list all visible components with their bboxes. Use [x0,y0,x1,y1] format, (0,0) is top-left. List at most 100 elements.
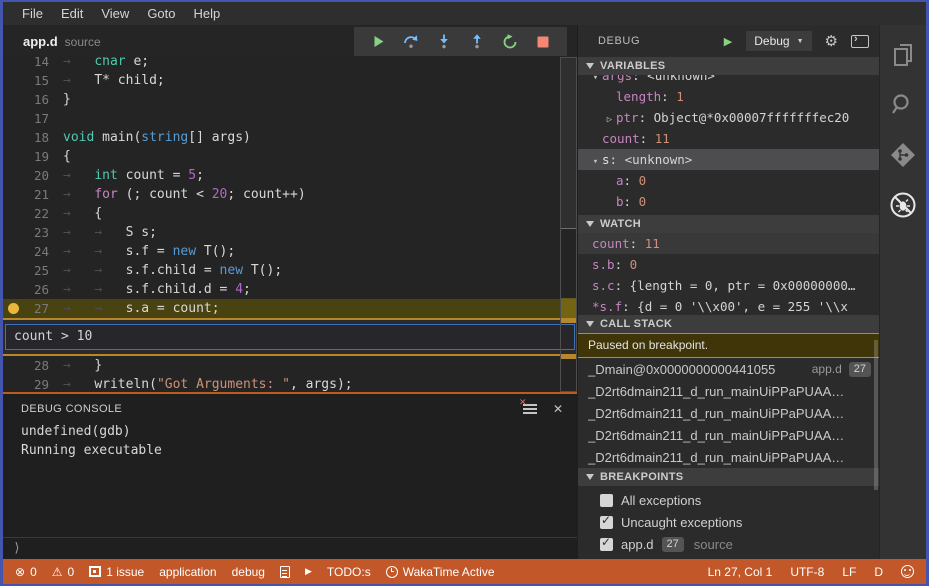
code-text[interactable]: → → s.f.child.d = 4; [49,280,251,299]
gear-icon[interactable]: ⚙ [825,32,838,50]
tab-app-d[interactable]: app.d source [3,34,101,49]
status-application[interactable]: application [159,565,216,579]
status-lf[interactable]: LF [842,565,856,579]
status-todo-s[interactable]: TODO:s [327,565,371,579]
code-line-26[interactable]: 26 → → s.f.child.d = 4; [3,280,577,299]
twisty-icon[interactable]: ▾ [589,152,602,173]
close-icon[interactable]: ✕ [553,402,563,416]
code-text[interactable]: → for (; count < 20; count++) [49,185,306,204]
code-text[interactable]: → → s.f.child = new T(); [49,261,282,280]
line-number[interactable]: 25 [23,261,49,280]
line-number[interactable]: 23 [23,223,49,242]
line-number[interactable]: 21 [23,185,49,204]
watch-row[interactable]: count: 11 [578,233,879,254]
editor-scrollbar[interactable] [560,57,577,392]
code-line-14[interactable]: 14 → char e; [3,57,577,71]
status-error-circle[interactable]: ⊗ 0 [15,565,37,579]
variable-row[interactable]: ▷ ptr: Object@*0x00007fffffffec20 [578,107,879,128]
line-number[interactable]: 22 [23,204,49,223]
watch-row[interactable]: s.c: {length = 0, ptr = 0x00000000… [578,275,879,296]
status-document[interactable] [279,565,290,578]
code-text[interactable]: → → s.f = new T(); [49,242,235,261]
code-text[interactable]: → } [49,356,102,375]
menu-item-edit[interactable]: Edit [52,6,92,21]
breakpoint-checkbox[interactable] [600,513,613,529]
line-number[interactable]: 14 [23,57,49,71]
breakpoint-gutter[interactable] [3,261,23,280]
open-console-icon[interactable] [851,33,869,48]
code-line-25[interactable]: 25 → → s.f.child = new T(); [3,261,577,280]
breakpoint-gutter[interactable] [3,299,23,318]
code-line-21[interactable]: 21 → for (; count < 20; count++) [3,185,577,204]
breakpoint-gutter[interactable] [3,223,23,242]
breakpoint-gutter[interactable] [3,57,23,71]
console-input[interactable]: ⟩ [3,537,577,559]
breakpoint-gutter[interactable] [3,90,23,109]
variable-row[interactable]: ▾ s: <unknown> [578,149,879,170]
line-number[interactable]: 24 [23,242,49,261]
breakpoint-gutter[interactable] [3,356,23,375]
twisty-icon[interactable]: ▾ [589,75,602,89]
stack-frame[interactable]: _Dmain@0x0000000000441055 app.d 27 [578,358,879,380]
status-ln-27-col-1[interactable]: Ln 27, Col 1 [708,565,773,579]
call-stack-section-header[interactable]: CALL STACK [578,315,879,333]
status-utf-8[interactable]: UTF-8 [790,565,824,579]
restart-button[interactable] [498,31,522,53]
code-text[interactable] [49,109,63,128]
status-play[interactable]: ▶ [305,566,312,577]
menu-item-file[interactable]: File [13,6,52,21]
watch-row[interactable]: s.b: 0 [578,254,879,275]
code-line-17[interactable]: 17 [3,109,577,128]
line-number[interactable]: 29 [23,375,49,392]
breakpoint-gutter[interactable] [3,242,23,261]
status-issues-frame[interactable]: 1 issue [89,565,144,579]
status-warning-triangle[interactable]: ⚠ 0 [52,565,74,579]
code-text[interactable]: → char e; [49,57,149,71]
breakpoint-gutter[interactable] [3,147,23,166]
status-debug[interactable]: debug [232,565,265,579]
stack-frame[interactable]: _D2rt6dmain211_d_run_mainUiPPaPUAA… [578,402,879,424]
code-line-16[interactable]: 16} [3,90,577,109]
menu-item-help[interactable]: Help [185,6,230,21]
variable-row[interactable]: count: 11 [578,128,879,149]
menu-item-view[interactable]: View [92,6,138,21]
code-text[interactable]: → int count = 5; [49,166,204,185]
search-icon[interactable] [889,91,917,119]
code-text[interactable]: → → s.a = count; [49,299,220,318]
status-smiley[interactable] [901,565,914,578]
code-line-27[interactable]: 27 → → s.a = count; [3,299,577,318]
code-text[interactable]: } [49,90,71,109]
step-into-button[interactable] [432,31,456,53]
breakpoint-gutter[interactable] [3,204,23,223]
debug-icon[interactable] [889,191,917,219]
breakpoints-section-header[interactable]: BREAKPOINTS [578,468,879,486]
debug-config-dropdown[interactable]: Debug ▼ [746,31,812,51]
breakpoint-icon[interactable] [7,303,19,314]
line-number[interactable]: 15 [23,71,49,90]
code-text[interactable]: → writeln("Got Arguments: ", args); [49,375,353,392]
breakpoint-gutter[interactable] [3,71,23,90]
code-text[interactable]: { [49,147,71,166]
code-line-20[interactable]: 20 → int count = 5; [3,166,577,185]
line-number[interactable]: 26 [23,280,49,299]
stack-frame[interactable]: _D2rt6dmain211_d_run_mainUiPPaPUAA… [578,446,879,468]
variable-row[interactable]: ▾ args: <unknown> [578,75,879,86]
breakpoint-checkbox[interactable] [600,493,613,507]
code-text[interactable]: void main(string[] args) [49,128,251,147]
stop-button[interactable] [531,31,555,53]
code-line-28[interactable]: 28 → } [3,356,577,375]
variables-section-header[interactable]: VARIABLES [578,57,879,75]
code-line-24[interactable]: 24 → → s.f = new T(); [3,242,577,261]
variable-row[interactable]: length: 1 [578,86,879,107]
code-text[interactable]: → T* child; [49,71,165,90]
breakpoint-condition-input[interactable]: count > 10 [5,324,575,350]
breakpoint-gutter[interactable] [3,185,23,204]
breakpoint-item[interactable]: Uncaught exceptions [578,511,879,533]
line-number[interactable]: 17 [23,109,49,128]
panel-scrollbar[interactable] [874,340,878,490]
step-over-button[interactable] [399,31,423,53]
code-line-15[interactable]: 15 → T* child; [3,71,577,90]
code-line-22[interactable]: 22 → { [3,204,577,223]
continue-button[interactable] [366,31,390,53]
breakpoint-checkbox[interactable] [600,535,613,551]
